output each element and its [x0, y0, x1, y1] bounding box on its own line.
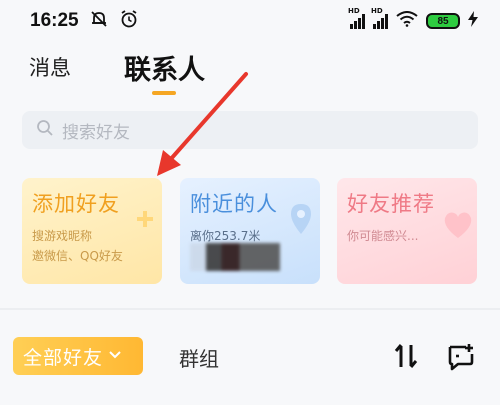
- active-tab-indicator: [152, 91, 176, 95]
- signal-hd-label: HD: [348, 7, 360, 15]
- friend-recommend-card[interactable]: 好友推荐 你可能感兴...: [337, 178, 477, 284]
- wifi-icon: [396, 10, 418, 32]
- battery-icon: 85: [426, 13, 460, 29]
- notification-muted-icon: [89, 9, 109, 34]
- status-bar: 16:25 HD HD 85: [0, 0, 500, 42]
- top-tabs: 消息 联系人: [0, 48, 500, 98]
- clock-time: 16:25: [30, 10, 79, 31]
- signal-icon: HD: [348, 7, 365, 29]
- search-placeholder: 搜索好友: [62, 122, 130, 143]
- tab-messages[interactable]: 消息: [29, 52, 71, 82]
- search-input[interactable]: 搜索好友: [22, 111, 478, 149]
- add-friend-line2: 邀微信、QQ好友: [32, 249, 123, 263]
- sort-icon[interactable]: [393, 341, 419, 371]
- plus-icon: [137, 211, 153, 227]
- section-divider: [0, 308, 500, 310]
- all-friends-label: 全部好友: [23, 346, 104, 369]
- add-chat-icon[interactable]: [446, 342, 476, 372]
- tab-groups[interactable]: 群组: [179, 343, 219, 372]
- chevron-down-icon: [109, 348, 121, 364]
- search-icon: [36, 119, 54, 141]
- heart-icon: [444, 212, 472, 238]
- add-friend-card[interactable]: 添加好友 搜游戏昵称 邀微信、QQ好友: [22, 178, 162, 284]
- signal-hd-label: HD: [371, 7, 383, 15]
- alarm-icon: [119, 9, 139, 34]
- blurred-avatars: [190, 243, 280, 271]
- signal-icon: HD: [371, 7, 388, 29]
- battery-level: 85: [437, 15, 449, 27]
- all-friends-dropdown[interactable]: 全部好友: [13, 337, 143, 375]
- charging-icon: [468, 10, 478, 32]
- location-pin-icon: [291, 204, 311, 234]
- tab-contacts[interactable]: 联系人: [124, 48, 205, 87]
